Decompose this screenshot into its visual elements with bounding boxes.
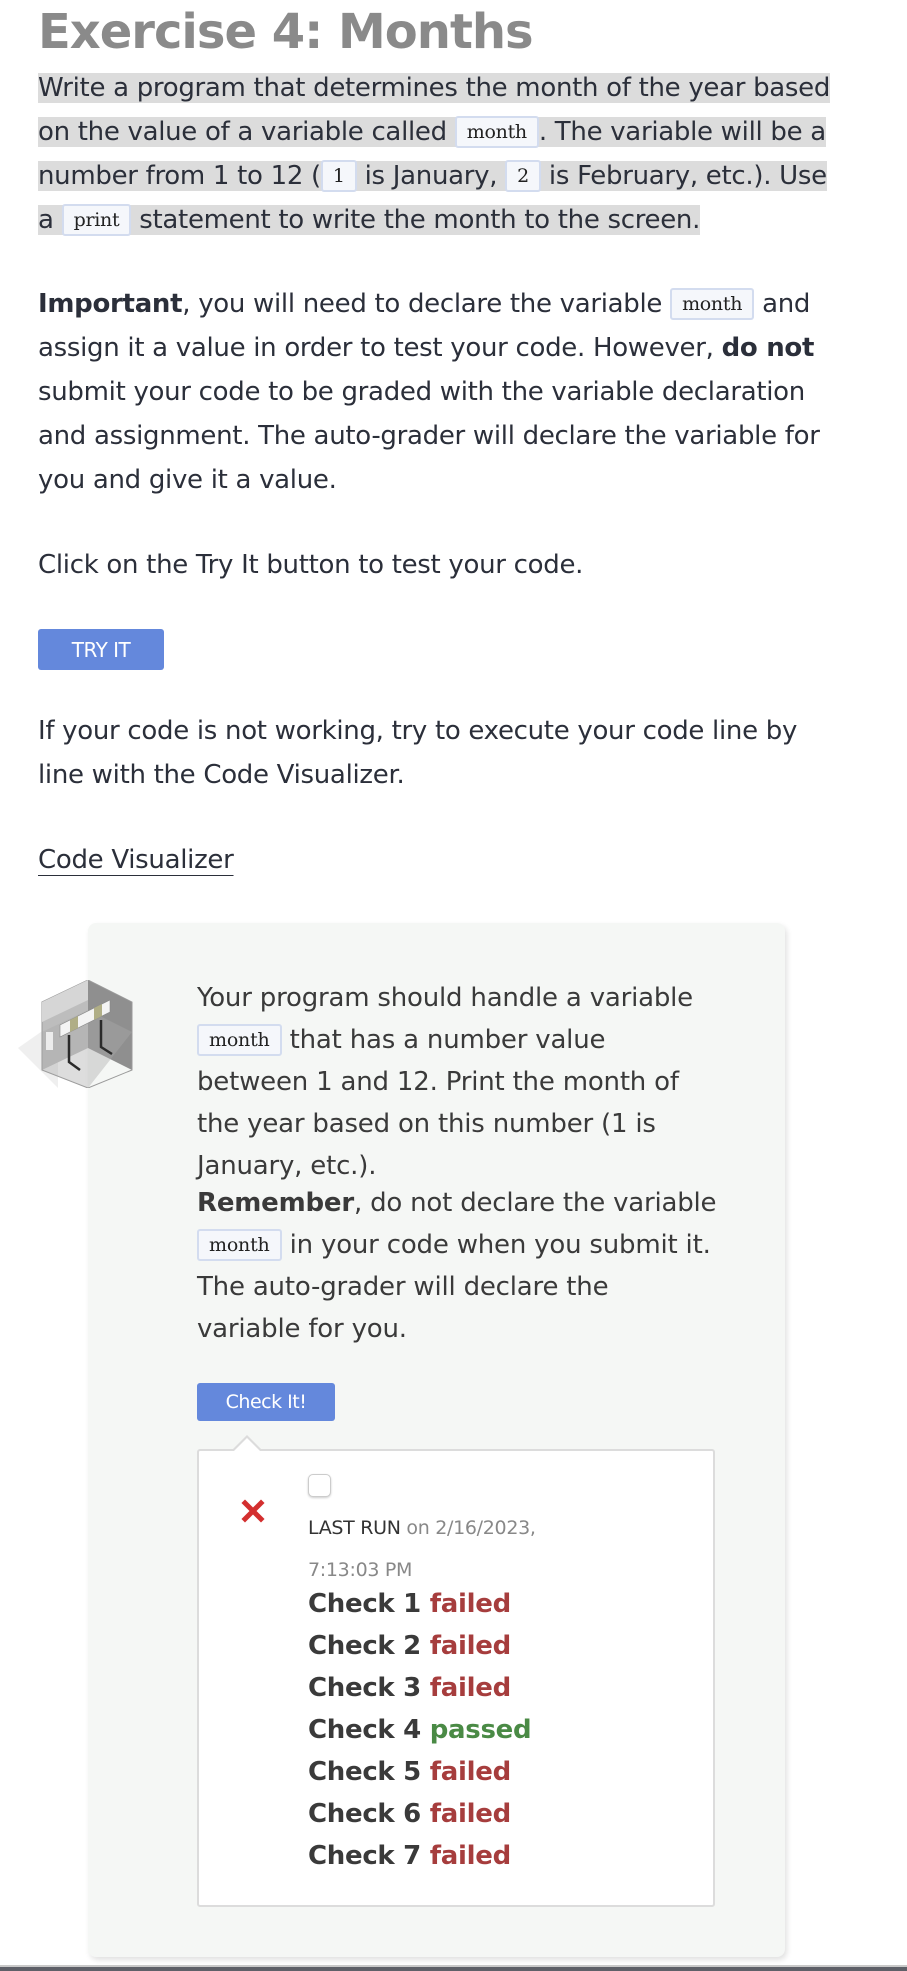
check-row: Check 7 failed (308, 1835, 531, 1877)
last-run-info: LAST RUN on 2/16/2023, 7:13:03 PM (308, 1507, 608, 1591)
barrier-guide-icon (18, 980, 133, 1088)
check-label: Check 2 (308, 1631, 421, 1661)
result-checkbox[interactable] (308, 1474, 331, 1497)
page-title: Exercise 4: Months (38, 4, 534, 60)
check-row: Check 6 failed (308, 1793, 531, 1835)
check-it-button[interactable]: Check It! (197, 1383, 335, 1421)
check-label: Check 6 (308, 1799, 421, 1829)
code-1: 1 (320, 160, 357, 192)
guide-text-1: Your program should handle a variable (197, 983, 693, 1013)
check-label: Check 1 (308, 1589, 421, 1619)
try-instructions: Click on the Try It button to test your … (38, 550, 584, 580)
check-row: Check 2 failed (308, 1625, 531, 1667)
intro-paragraph: Write a program that determines the mont… (38, 66, 846, 242)
important-text-3: submit your code to be graded with the v… (38, 377, 820, 495)
try-it-button[interactable]: TRY IT (38, 629, 164, 670)
x-mark-icon (241, 1499, 265, 1523)
code-month: month (197, 1229, 282, 1261)
check-label: Check 3 (308, 1673, 421, 1703)
check-status: failed (429, 1757, 511, 1787)
do-not-label: do not (721, 333, 815, 363)
code-month: month (670, 288, 755, 320)
last-run-label: LAST RUN (308, 1517, 401, 1539)
check-status: passed (429, 1715, 532, 1745)
guide-text-3: , do not declare the variable (353, 1188, 717, 1218)
code-2: 2 (505, 160, 541, 192)
important-paragraph: Important, you will need to declare the … (38, 282, 838, 502)
code-month: month (454, 116, 539, 148)
check-row: Check 4 passed (308, 1709, 532, 1751)
visualizer-instructions: If your code is not working, try to exec… (38, 716, 798, 790)
check-label: Check 7 (308, 1841, 421, 1871)
important-text-1: , you will need to declare the variable (182, 289, 671, 319)
check-status: failed (429, 1589, 511, 1619)
check-results-panel: LAST RUN on 2/16/2023, 7:13:03 PM Check … (197, 1435, 715, 1907)
guide-paragraph-1: Your program should handle a variable mo… (197, 977, 717, 1187)
important-label: Important (38, 289, 183, 319)
bottom-bar (0, 1967, 907, 1971)
check-row: Check 1 failed (308, 1583, 531, 1625)
code-month: month (197, 1024, 282, 1056)
check-status: failed (429, 1799, 511, 1829)
check-row: Check 5 failed (308, 1751, 531, 1793)
check-label: Check 5 (308, 1757, 421, 1787)
code-print: print (61, 204, 132, 236)
intro-text-5: statement to write the month to the scre… (131, 205, 701, 235)
check-label: Check 4 (308, 1715, 421, 1745)
intro-text-3: is January, (356, 161, 506, 191)
check-status: failed (429, 1631, 511, 1661)
check-row: Check 3 failed (308, 1667, 531, 1709)
remember-label: Remember (197, 1188, 354, 1218)
check-status: failed (429, 1841, 511, 1871)
checks-list: Check 1 failed Check 2 failed Check 3 fa… (308, 1583, 532, 1877)
visualizer-link-wrap: Code Visualizer (38, 838, 234, 882)
check-status: failed (429, 1673, 511, 1703)
guide-paragraph-2: Remember, do not declare the variable mo… (197, 1182, 717, 1350)
code-visualizer-link[interactable]: Code Visualizer (38, 845, 234, 875)
